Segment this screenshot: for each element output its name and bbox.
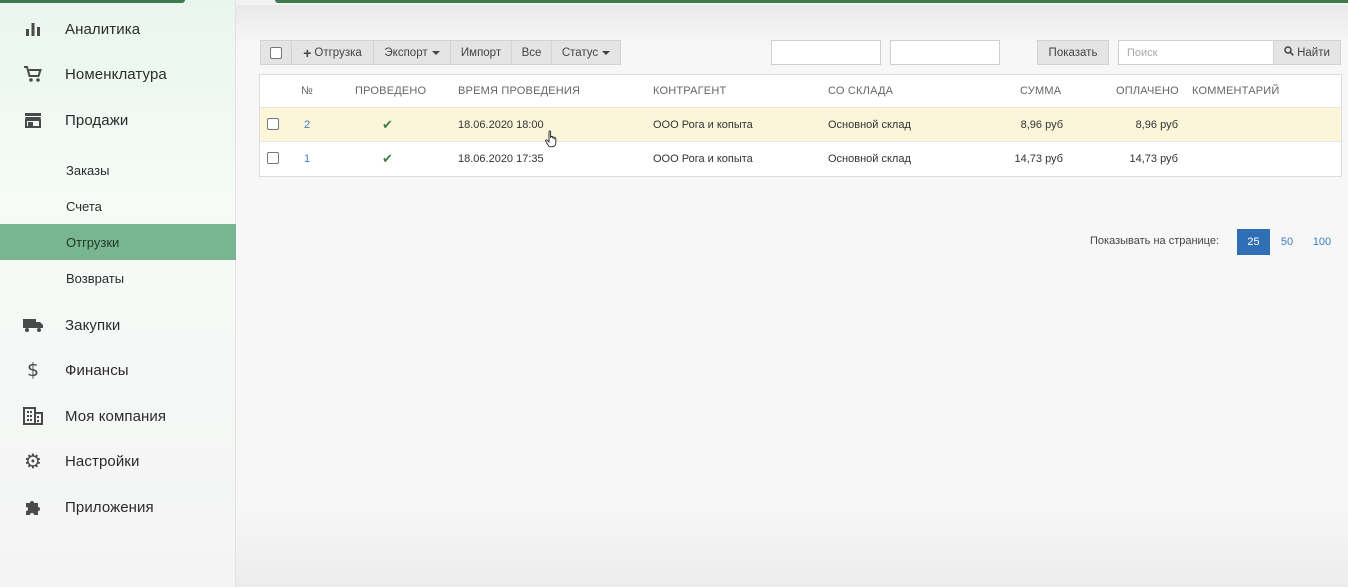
sidebar-item-label: Продажи [65, 111, 129, 129]
import-label: Импорт [460, 46, 502, 59]
sidebar-subitem-label: Возвраты [66, 270, 125, 286]
row-warehouse: Основной склад [828, 119, 911, 131]
sidebar-item-apps[interactable]: Приложения [0, 487, 236, 527]
row-checkbox[interactable] [267, 118, 279, 133]
sidebar-item-label: Настройки [65, 452, 140, 470]
shipments-table: № ПРОВЕДЕНО ВРЕМЯ ПРОВЕДЕНИЯ КОНТРАГЕНТ … [259, 74, 1342, 177]
table-header: № ПРОВЕДЕНО ВРЕМЯ ПРОВЕДЕНИЯ КОНТРАГЕНТ … [260, 75, 1341, 108]
row-paid: 14,73 руб [1129, 153, 1178, 165]
cart-icon [22, 64, 44, 84]
page-size-25[interactable]: 25 [1237, 229, 1270, 255]
sidebar-item-label: Закупки [65, 316, 121, 334]
caret-down-icon [602, 50, 611, 55]
sidebar-item-purchases[interactable]: Закупки [0, 305, 236, 345]
page-size-100[interactable]: 100 [1306, 229, 1338, 255]
add-shipment-button[interactable]: + Отгрузка [291, 40, 374, 65]
sidebar-item-nomenclature[interactable]: Номенклатура [0, 54, 236, 94]
sidebar-item-company[interactable]: Моя компания [0, 396, 236, 436]
all-label: Все [521, 46, 542, 59]
column-header-sum[interactable]: СУММА [1020, 85, 1061, 97]
page-size-50[interactable]: 50 [1274, 229, 1300, 255]
sidebar-subitem-invoices[interactable]: Счета [0, 188, 236, 224]
search-icon [1284, 46, 1294, 59]
hand-cursor-icon [545, 130, 557, 148]
sidebar-item-label: Аналитика [65, 20, 141, 38]
posted-check-icon: ✔ [382, 117, 393, 132]
sidebar-item-label: Моя компания [65, 407, 167, 425]
sidebar-item-analytics[interactable]: Аналитика [0, 9, 236, 49]
store-icon [22, 110, 44, 130]
row-number-link[interactable]: 2 [304, 119, 310, 131]
column-header-warehouse[interactable]: СО СКЛАДА [828, 85, 893, 97]
sidebar-subitem-orders[interactable]: Заказы [0, 152, 236, 188]
column-header-paid[interactable]: ОПЛАЧЕНО [1116, 85, 1179, 97]
status-dropdown[interactable]: Статус [551, 40, 621, 65]
bar-chart-icon [22, 19, 44, 39]
export-label: Экспорт [384, 46, 428, 59]
sidebar-subitem-label: Счета [66, 198, 102, 214]
column-header-posted[interactable]: ПРОВЕДЕНО [355, 85, 426, 97]
sidebar-subitem-shipments[interactable]: Отгрузки [0, 224, 236, 260]
sidebar-item-label: Номенклатура [65, 65, 167, 83]
add-shipment-label: Отгрузка [314, 46, 362, 59]
search-input[interactable] [1118, 40, 1274, 65]
caret-down-icon [431, 50, 440, 55]
row-warehouse: Основной склад [828, 153, 911, 165]
page-size-label: Показывать на странице: [1090, 235, 1220, 247]
row-number-link[interactable]: 1 [304, 153, 310, 165]
row-counterparty: ООО Рога и копыта [653, 153, 753, 165]
select-all-checkbox[interactable] [260, 40, 292, 65]
table-row[interactable]: 2 ✔ 18.06.2020 18:00 ООО Рога и копыта О… [260, 108, 1341, 142]
row-checkbox[interactable] [267, 152, 279, 167]
sidebar-subitem-label: Отгрузки [66, 234, 120, 250]
sidebar-item-label: Финансы [65, 361, 129, 379]
top-accent-bar-left [0, 0, 185, 3]
top-accent-bar-right [275, 0, 1348, 3]
all-filter-button[interactable]: Все [511, 40, 552, 65]
column-header-number[interactable]: № [301, 85, 313, 97]
row-counterparty: ООО Рога и копыта [653, 119, 753, 131]
sidebar-item-sales[interactable]: Продажи [0, 100, 236, 140]
truck-icon [22, 315, 44, 335]
show-label: Показать [1048, 46, 1098, 59]
sidebar-subitem-returns[interactable]: Возвраты [0, 260, 236, 296]
row-sum: 8,96 руб [1020, 119, 1063, 131]
sidebar-item-label: Приложения [65, 498, 154, 516]
search-button-label: Найти [1297, 46, 1330, 59]
puzzle-icon [22, 497, 44, 517]
gear-icon: ⚙ [24, 449, 42, 473]
building-icon [22, 406, 44, 426]
import-button[interactable]: Импорт [450, 40, 512, 65]
sidebar-item-finance[interactable]: $ Финансы [0, 350, 236, 390]
dollar-icon: $ [26, 359, 40, 381]
checkbox-box [270, 46, 282, 59]
row-time: 18.06.2020 18:00 [458, 119, 544, 131]
show-button[interactable]: Показать [1037, 40, 1109, 65]
status-label: Статус [561, 46, 599, 59]
row-time: 18.06.2020 17:35 [458, 153, 544, 165]
date-to-input[interactable] [890, 40, 1000, 65]
sidebar: Аналитика Номенклатура Продажи Заказы Сч… [0, 0, 236, 587]
column-header-time[interactable]: ВРЕМЯ ПРОВЕДЕНИЯ [458, 85, 580, 97]
date-from-input[interactable] [771, 40, 881, 65]
column-header-comment[interactable]: КОММЕНТАРИЙ [1192, 85, 1280, 97]
export-dropdown[interactable]: Экспорт [373, 40, 451, 65]
plus-icon: + [303, 44, 312, 61]
search-button[interactable]: Найти [1273, 40, 1341, 65]
sidebar-item-settings[interactable]: ⚙ Настройки [0, 441, 236, 481]
row-sum: 14,73 руб [1014, 153, 1063, 165]
row-paid: 8,96 руб [1135, 119, 1178, 131]
table-row[interactable]: 1 ✔ 18.06.2020 17:35 ООО Рога и копыта О… [260, 142, 1341, 176]
column-header-counterparty[interactable]: КОНТРАГЕНТ [653, 85, 726, 97]
posted-check-icon: ✔ [382, 151, 393, 166]
sidebar-subitem-label: Заказы [66, 162, 110, 178]
